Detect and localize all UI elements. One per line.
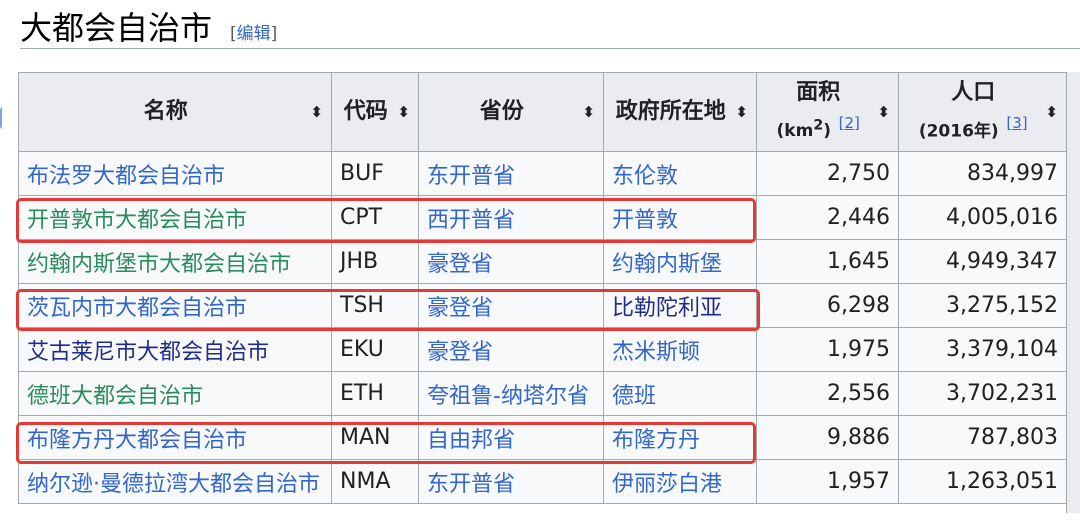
province-link[interactable]: 西开普省	[427, 208, 515, 233]
sort-icon[interactable]: ⬍	[582, 103, 595, 121]
edit-section-link-wrapper: [编辑]	[230, 19, 277, 44]
edit-bracket-open: [	[230, 24, 237, 44]
heading-divider	[20, 48, 1080, 49]
side-scroll-marker	[0, 107, 8, 129]
column-header-province[interactable]: 省份 ⬍	[418, 72, 604, 152]
header-province-label: 省份	[479, 99, 524, 124]
population-value: 834,997	[898, 151, 1067, 196]
table-row: 艾古莱尼市大都会自治市 EKU 豪登省 杰米斯顿 1,975 3,379,104	[18, 327, 1067, 372]
municipality-name-link[interactable]: 德班大都会自治市	[27, 384, 203, 409]
table-row: 布隆方丹大都会自治市 MAN 自由邦省 布隆方丹 9,886 787,803	[18, 415, 1067, 460]
seat-link[interactable]: 东伦敦	[612, 164, 678, 189]
seat-link[interactable]: 开普敦	[612, 208, 678, 233]
area-value: 6,298	[756, 283, 899, 328]
seat-link[interactable]: 伊丽莎白港	[612, 472, 722, 497]
table-overflow-column	[1066, 72, 1080, 513]
table-row: 约翰内斯堡市大都会自治市 JHB 豪登省 约翰内斯堡 1,645 4,949,3…	[18, 239, 1067, 284]
column-header-name[interactable]: 名称 ⬍	[18, 72, 332, 152]
population-reference-link[interactable]: [3]	[1006, 114, 1027, 132]
table-row: 纳尔逊·曼德拉湾大都会自治市 NMA 东开普省 伊丽莎白港 1,957 1,26…	[18, 459, 1067, 504]
population-title: 人口	[951, 79, 996, 105]
header-code-label: 代码	[343, 99, 388, 124]
municipality-code: BUF	[331, 151, 419, 196]
municipality-name-link[interactable]: 纳尔逊·曼德拉湾大都会自治市	[27, 472, 320, 497]
seat-link[interactable]: 约翰内斯堡	[612, 252, 722, 277]
sort-icon[interactable]: ⬍	[877, 103, 890, 121]
column-header-area[interactable]: 面积 (km2) [2] ⬍	[756, 72, 899, 152]
table-row: 德班大都会自治市 ETH 夸祖鲁-纳塔尔省 德班 2,556 3,702,231	[18, 371, 1067, 416]
header-seat-label: 政府所在地	[615, 99, 726, 124]
sort-icon[interactable]: ⬍	[397, 103, 410, 121]
header-population-label: 人口 (2016年) [3]	[907, 78, 1039, 146]
province-link[interactable]: 东开普省	[427, 164, 515, 189]
municipality-name-link[interactable]: 艾古莱尼市大都会自治市	[27, 340, 269, 365]
municipality-name-link[interactable]: 布法罗大都会自治市	[27, 164, 225, 189]
table-row: 开普敦市大都会自治市 CPT 西开普省 开普敦 2,446 4,005,016	[18, 195, 1067, 240]
sort-icon[interactable]: ⬍	[735, 103, 748, 121]
seat-link[interactable]: 德班	[612, 384, 656, 409]
province-link[interactable]: 豪登省	[427, 340, 493, 365]
area-value: 1,975	[756, 327, 899, 372]
population-value: 1,263,051	[898, 459, 1067, 504]
population-value: 3,379,104	[898, 327, 1067, 372]
area-value: 2,750	[756, 151, 899, 196]
province-link[interactable]: 豪登省	[427, 252, 493, 277]
area-reference-link[interactable]: [2]	[839, 114, 860, 132]
column-header-population[interactable]: 人口 (2016年) [3] ⬍	[898, 72, 1067, 152]
table-header-row: 名称 ⬍ 代码 ⬍ 省份 ⬍ 政府所在地 ⬍ 面积 (km2) [2] ⬍ 人口…	[18, 72, 1067, 152]
section-heading: 大都会自治市 [编辑]	[20, 4, 277, 48]
area-value: 9,886	[756, 415, 899, 460]
header-area-label: 面积 (km2) [2]	[765, 78, 871, 146]
edit-bracket-close: ]	[270, 24, 278, 44]
seat-link[interactable]: 杰米斯顿	[612, 340, 700, 365]
population-value: 4,949,347	[898, 239, 1067, 284]
area-value: 2,446	[756, 195, 899, 240]
area-title: 面积	[796, 79, 841, 105]
header-name-label: 名称	[143, 99, 188, 124]
population-value: 787,803	[898, 415, 1067, 460]
municipality-code: JHB	[331, 239, 419, 284]
province-link[interactable]: 东开普省	[427, 472, 515, 497]
table-row: 茨瓦内市大都会自治市 TSH 豪登省 比勒陀利亚 6,298 3,275,152	[18, 283, 1067, 328]
municipality-name-link[interactable]: 茨瓦内市大都会自治市	[27, 296, 247, 321]
column-header-seat[interactable]: 政府所在地 ⬍	[603, 72, 757, 152]
column-header-code[interactable]: 代码 ⬍	[331, 72, 419, 152]
population-value: 3,702,231	[898, 371, 1067, 416]
sort-icon[interactable]: ⬍	[310, 103, 323, 121]
province-link[interactable]: 自由邦省	[427, 428, 515, 453]
area-value: 1,957	[756, 459, 899, 504]
municipality-name-link[interactable]: 约翰内斯堡市大都会自治市	[27, 252, 291, 277]
municipality-code: CPT	[331, 195, 419, 240]
province-link[interactable]: 豪登省	[427, 296, 493, 321]
municipality-code: EKU	[331, 327, 419, 372]
area-value: 2,556	[756, 371, 899, 416]
seat-link[interactable]: 布隆方丹	[612, 428, 700, 453]
edit-section-link[interactable]: 编辑	[237, 24, 271, 44]
municipality-code: ETH	[331, 371, 419, 416]
table-row: 布法罗大都会自治市 BUF 东开普省 东伦敦 2,750 834,997	[18, 151, 1067, 196]
population-value: 3,275,152	[898, 283, 1067, 328]
municipalities-table: 名称 ⬍ 代码 ⬍ 省份 ⬍ 政府所在地 ⬍ 面积 (km2) [2] ⬍ 人口…	[18, 72, 1067, 504]
municipality-code: MAN	[331, 415, 419, 460]
province-link[interactable]: 夸祖鲁-纳塔尔省	[427, 384, 589, 409]
municipality-name-link[interactable]: 布隆方丹大都会自治市	[27, 428, 247, 453]
population-unit: (2016年)	[918, 121, 999, 142]
population-value: 4,005,016	[898, 195, 1067, 240]
municipality-name-link[interactable]: 开普敦市大都会自治市	[27, 208, 247, 233]
municipality-code: TSH	[331, 283, 419, 328]
sort-icon[interactable]: ⬍	[1045, 103, 1058, 121]
area-value: 1,645	[756, 239, 899, 284]
section-title: 大都会自治市	[20, 9, 213, 47]
area-unit: (km2)	[776, 117, 831, 142]
seat-link[interactable]: 比勒陀利亚	[612, 296, 722, 321]
municipality-code: NMA	[331, 459, 419, 504]
